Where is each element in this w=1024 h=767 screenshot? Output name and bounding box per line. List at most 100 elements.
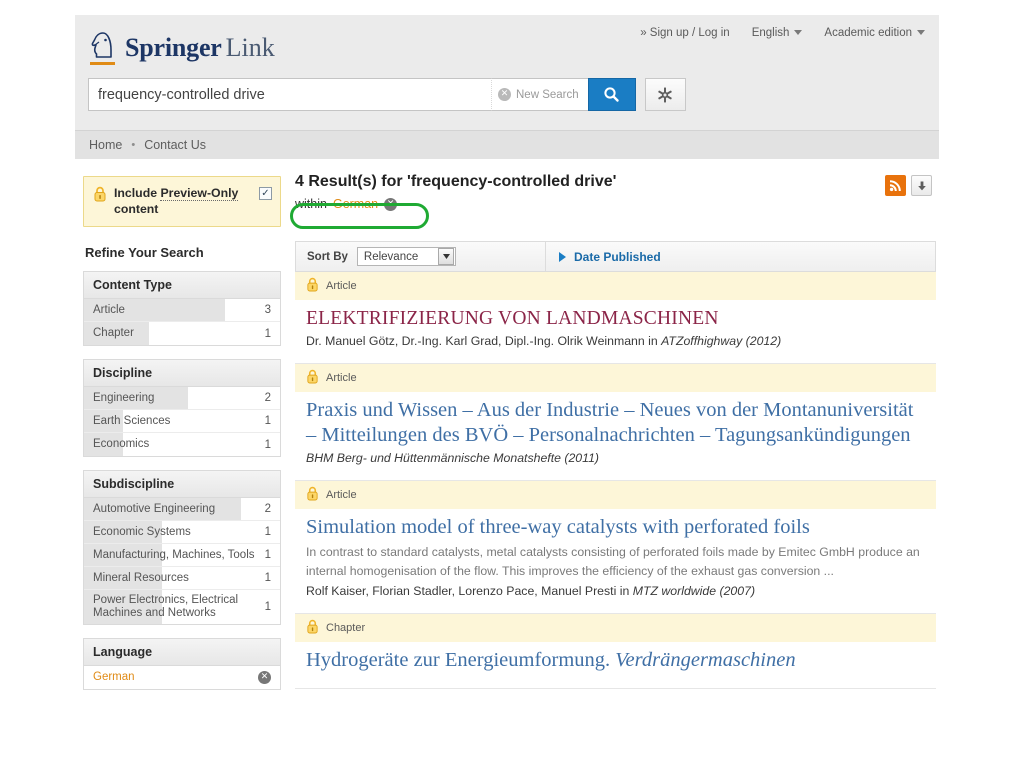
facet-subdiscipline: Subdiscipline Automotive Engineering 2 Econ…: [83, 470, 281, 625]
remove-filter-icon[interactable]: ✕: [258, 671, 271, 684]
breadcrumb-contact-us[interactable]: Contact Us: [144, 138, 206, 152]
site-header: » Sign up / Log in English Academic edit…: [75, 15, 939, 159]
search-row: ✕ New Search: [88, 78, 686, 111]
facet-row[interactable]: Economics 1: [84, 433, 280, 456]
result-title-link[interactable]: Praxis und Wissen – Aus der Industrie – …: [306, 398, 925, 448]
logo-brand: Springer: [125, 33, 222, 62]
result-type-banner: Chapter: [295, 614, 936, 642]
facet-row-label: Mineral Resources: [93, 571, 189, 584]
facet-row[interactable]: Chapter 1: [84, 322, 280, 345]
result-item: Article Praxis und Wissen – Aus der Indus…: [295, 364, 936, 481]
chevron-down-icon[interactable]: [438, 248, 455, 265]
results-actions: [885, 175, 932, 196]
chevron-down-icon: [794, 30, 803, 36]
page-body: Include Preview-Only content ✓ Refine Yo…: [75, 159, 939, 703]
breadcrumb-home[interactable]: Home: [89, 138, 122, 152]
result-title-link[interactable]: Simulation model of three-way catalysts …: [306, 515, 925, 540]
breadcrumb-separator: •: [131, 139, 136, 151]
results-panel: 4 Result(s) for 'frequency-controlled dr…: [287, 159, 939, 703]
result-meta: Dr. Manuel Götz, Dr.-Ing. Karl Grad, Dip…: [306, 333, 925, 350]
preview-label-part1: Include: [114, 186, 161, 200]
result-meta: BHM Berg- und Hüttenmännische Monatsheft…: [306, 450, 925, 467]
facet-row-label: Engineering: [93, 391, 155, 404]
signup-login-link[interactable]: » Sign up / Log in: [640, 27, 730, 39]
knight-chess-icon: [88, 31, 118, 65]
include-preview-only-box[interactable]: Include Preview-Only content ✓: [83, 176, 281, 227]
facet-row[interactable]: Automotive Engineering 2: [84, 498, 280, 521]
result-title-link[interactable]: ELEKTRIFIZIERUNG VON LANDMASCHINEN: [306, 306, 925, 331]
top-navigation: » Sign up / Log in English Academic edit…: [640, 27, 925, 39]
facet-row-label: Article: [93, 303, 125, 316]
facet-title: Subdiscipline: [84, 471, 280, 498]
facet-row[interactable]: Earth Sciences 1: [84, 410, 280, 433]
search-input[interactable]: [89, 79, 491, 110]
result-authors: Rolf Kaiser, Florian Stadler, Lorenzo Pa…: [306, 584, 633, 598]
clear-search-icon[interactable]: ✕: [498, 88, 511, 101]
remove-filter-icon[interactable]: ✕: [384, 197, 398, 211]
download-icon: [917, 181, 926, 190]
facet-row-label: Power Electronics, Electrical Machines a…: [93, 594, 239, 619]
facet-discipline: Discipline Engineering 2 Earth Sciences 1 Eco…: [83, 359, 281, 457]
lock-icon: [306, 277, 319, 295]
sort-bar: Sort By Relevance Date Published: [295, 241, 936, 272]
sort-by-select[interactable]: Relevance: [356, 247, 457, 266]
result-item: Chapter Hydrogeräte zur Energieumformung.…: [295, 614, 936, 689]
result-body: ELEKTRIFIZIERUNG VON LANDMASCHINEN Dr. Ma…: [295, 300, 936, 363]
search-settings-button[interactable]: [644, 78, 686, 111]
result-type-label: Article: [326, 489, 357, 501]
edition-selector[interactable]: Academic edition: [824, 27, 925, 39]
facet-row-label: Earth Sciences: [93, 414, 171, 427]
facet-row-count: 1: [264, 415, 271, 427]
lock-icon: [93, 186, 107, 202]
result-item: Article ELEKTRIFIZIERUNG VON LANDMASCHINE…: [295, 272, 936, 364]
include-preview-only-checkbox[interactable]: ✓: [259, 187, 272, 200]
result-type-label: Article: [326, 280, 357, 292]
result-title-text: Praxis und Wissen – Aus der Industrie – …: [306, 399, 914, 446]
result-title-text: Simulation model of three-way catalysts …: [306, 516, 810, 538]
facet-row[interactable]: Power Electronics, Electrical Machines a…: [84, 590, 280, 624]
result-publication: BHM Berg- und Hüttenmännische Monatsheft…: [306, 451, 599, 465]
gear-icon: [658, 87, 672, 102]
springerlink-logo[interactable]: Springer Link: [88, 31, 275, 65]
results-count: 4 Result(s) for 'frequency-controlled dr…: [295, 173, 617, 190]
magnifier-icon: [604, 87, 619, 102]
sidebar: Include Preview-Only content ✓ Refine Yo…: [75, 159, 287, 703]
facet-row-count: 1: [264, 601, 271, 613]
active-filter-within[interactable]: within German ✕: [295, 195, 398, 213]
facet-row-count: 1: [264, 526, 271, 538]
facet-row-count: 1: [264, 549, 271, 561]
rss-feed-button[interactable]: [885, 175, 906, 196]
preview-label-part2: content: [114, 202, 159, 216]
results-header: 4 Result(s) for 'frequency-controlled dr…: [290, 173, 936, 229]
result-type-banner: Article: [295, 364, 936, 392]
within-value: German: [332, 197, 379, 211]
triangle-right-icon: [559, 251, 566, 262]
facet-row[interactable]: Manufacturing, Machines, Tools 1: [84, 544, 280, 567]
search-box[interactable]: [88, 78, 491, 111]
facet-row[interactable]: Economic Systems 1: [84, 521, 280, 544]
facet-row[interactable]: German ✕: [84, 666, 280, 689]
facet-row-label: Economic Systems: [93, 525, 191, 538]
breadcrumb: Home • Contact Us: [75, 130, 939, 159]
facet-title: Discipline: [84, 360, 280, 387]
facet-row-label: German: [93, 671, 135, 683]
rss-icon: [889, 180, 901, 192]
facet-row[interactable]: Engineering 2: [84, 387, 280, 410]
new-search-button[interactable]: ✕ New Search: [491, 78, 588, 111]
date-published-label: Date Published: [574, 249, 661, 264]
result-type-banner: Article: [295, 481, 936, 509]
preview-only-term: Preview-Only: [160, 186, 239, 201]
result-title-link[interactable]: Hydrogeräte zur Energieumformung. Verdrä…: [306, 648, 925, 673]
facet-row-label: Chapter: [93, 327, 134, 339]
facet-row[interactable]: Mineral Resources 1: [84, 567, 280, 590]
sort-date-published-button[interactable]: Date Published: [546, 250, 661, 264]
search-submit-button[interactable]: [587, 78, 636, 111]
include-preview-only-label: Include Preview-Only content: [114, 185, 252, 217]
facet-row[interactable]: Article 3: [84, 299, 280, 322]
facet-row-label: Economics: [93, 438, 150, 450]
language-selector[interactable]: English: [752, 27, 803, 39]
facet-row-count: 1: [264, 438, 271, 451]
facet-title: Content Type: [84, 272, 280, 299]
download-results-button[interactable]: [911, 175, 932, 196]
result-authors: Dr. Manuel Götz, Dr.-Ing. Karl Grad, Dip…: [306, 334, 662, 348]
